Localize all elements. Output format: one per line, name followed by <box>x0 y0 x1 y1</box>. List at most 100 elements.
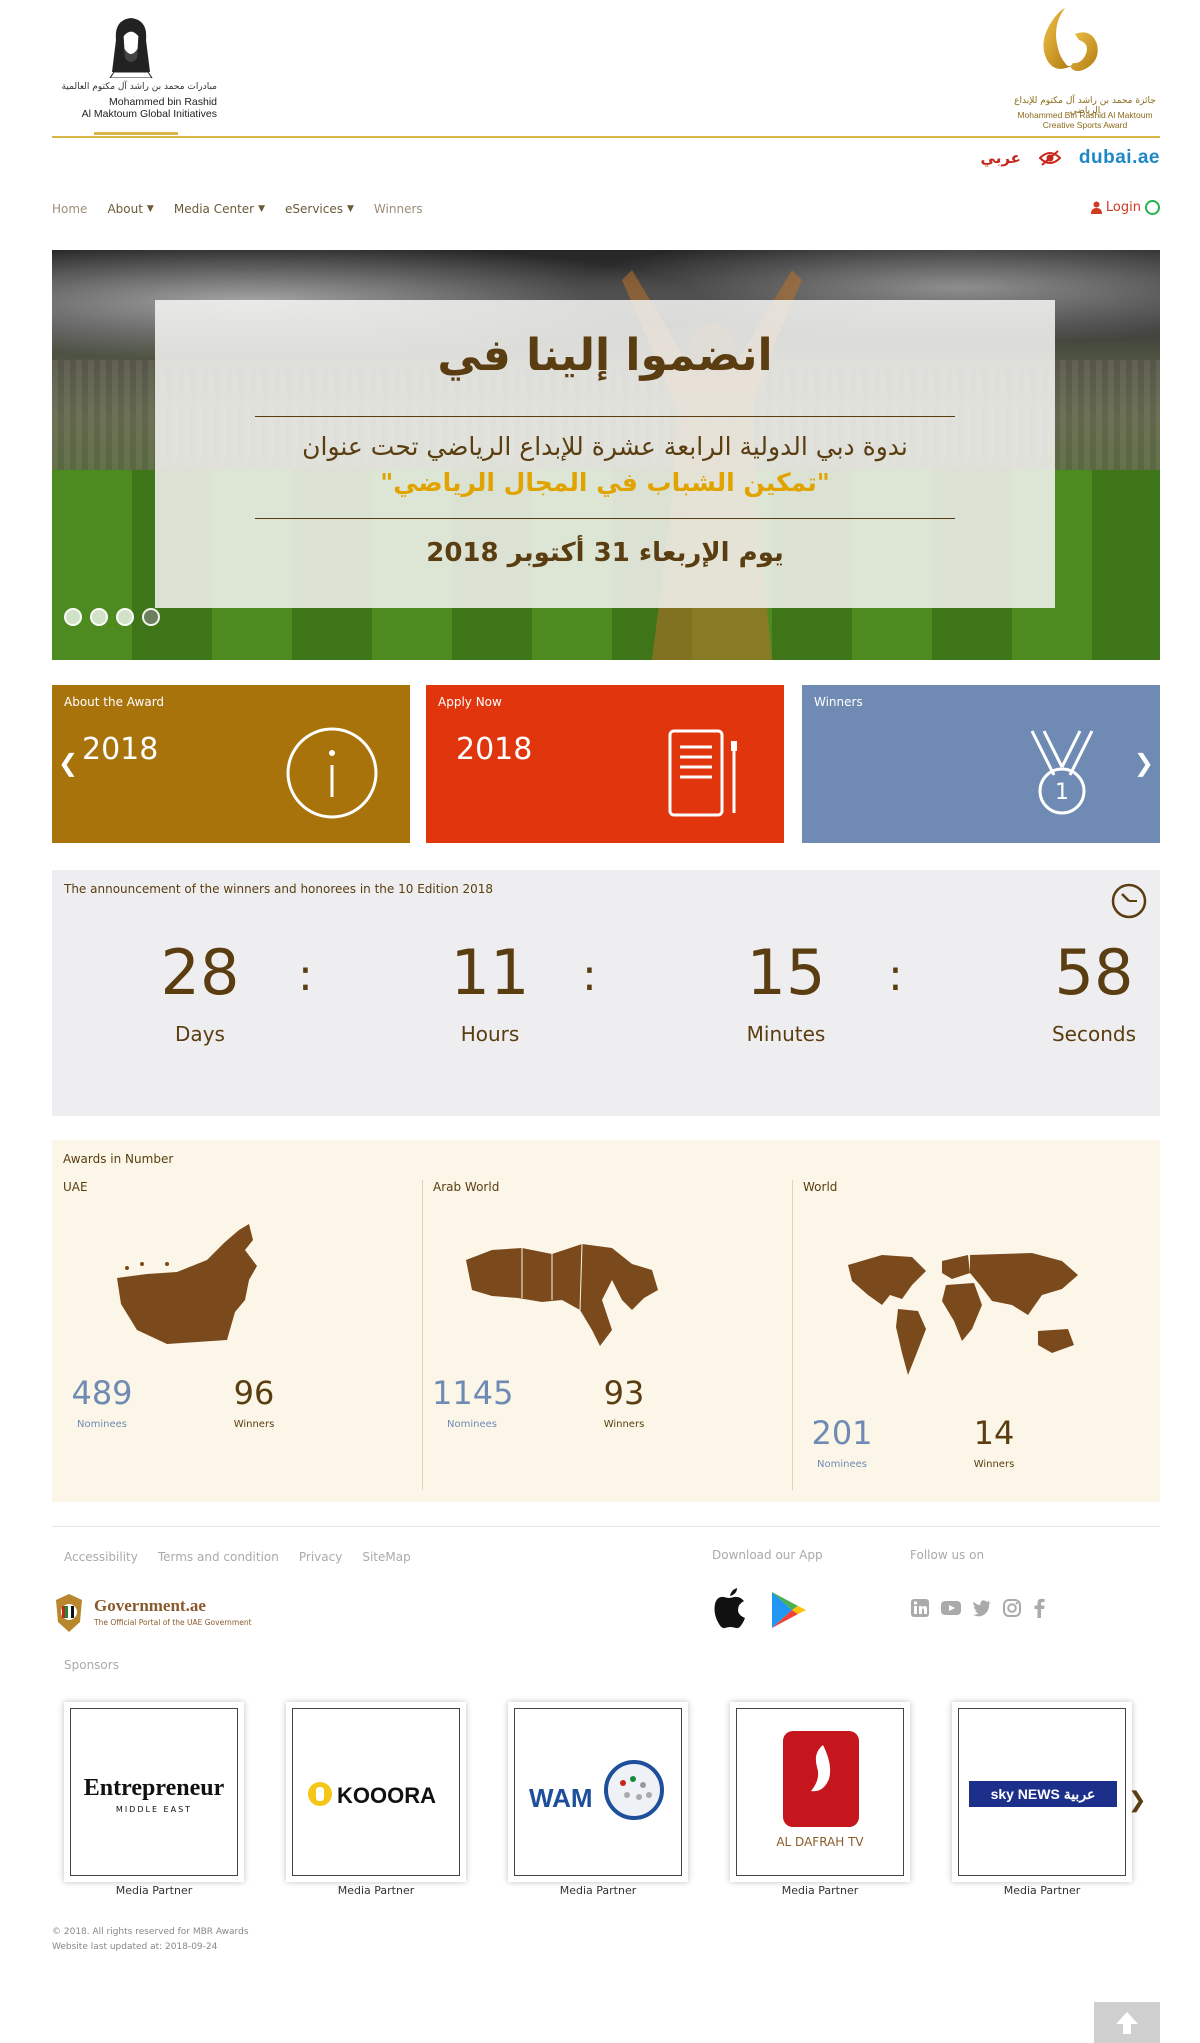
uae-map-icon <box>117 1224 257 1344</box>
copyright-text: © 2018. All rights reserved for MBR Awar… <box>52 1927 249 1937</box>
nav-winners[interactable]: Winners <box>374 202 423 216</box>
sponsor-caption: Media Partner <box>337 1884 415 1897</box>
hero-divider <box>255 416 955 417</box>
minutes-label: Minutes <box>746 1022 826 1046</box>
sponsor-logo-frame: Entrepreneur MIDDLE EAST <box>70 1708 238 1876</box>
apply-now-tile[interactable]: Apply Now 2018 <box>426 685 784 843</box>
left-logo-english: Mohammed bin Rashid Al Maktoum Global In… <box>52 96 217 120</box>
main-navigation: Home About ▼ Media Center ▼ eServices ▼ Win… <box>52 196 1160 222</box>
nav-eservices[interactable]: eServices ▼ <box>285 202 354 216</box>
uae-nominees: 489 Nominees <box>62 1375 142 1430</box>
whatsapp-icon[interactable] <box>1145 200 1160 215</box>
winners-label: Winners <box>973 1459 1015 1470</box>
slider-pagination <box>64 608 160 626</box>
winners-label: Winners <box>603 1419 645 1430</box>
footer-link-sitemap[interactable]: SiteMap <box>362 1550 410 1564</box>
region-name: Arab World <box>433 1180 500 1194</box>
nav-winners-label: Winners <box>373 202 423 216</box>
arab-world-winners: 93 Winners <box>584 1375 664 1430</box>
chevron-down-icon: ▼ <box>146 204 154 214</box>
site-header: مبادرات محمد بن راشد آل مكتوم العالمية M… <box>52 0 1160 138</box>
gov-subtitle: The Official Portal of the UAE Governmen… <box>94 1618 252 1627</box>
sponsor-caption: Media Partner <box>559 1884 637 1897</box>
creative-sports-award-logo[interactable]: جائزة محمد بن راشد آل مكتوم للإبداع الري… <box>1010 4 1160 134</box>
footer-link-accessibility[interactable]: Accessibility <box>64 1550 138 1564</box>
google-play-icon[interactable] <box>768 1590 808 1630</box>
facebook-icon[interactable] <box>1032 1598 1046 1618</box>
right-logo-english-line2: Creative Sports Award <box>1042 120 1128 130</box>
left-logo-english-line2: Al Maktoum Global Initiatives <box>81 108 217 120</box>
youtube-icon[interactable] <box>940 1598 962 1618</box>
al-dafrah-emblem-icon <box>783 1731 859 1827</box>
sponsor-logo-frame: KOOORA <box>292 1708 460 1876</box>
social-links <box>910 1598 1046 1618</box>
left-logo-arabic: مبادرات محمد بن راشد آل مكتوم العالمية <box>61 82 217 92</box>
logo-underline <box>94 132 178 135</box>
sponsor-card[interactable]: sky NEWS عربية <box>952 1702 1132 1882</box>
back-to-top-button[interactable] <box>1094 2002 1160 2043</box>
hero-slider[interactable]: انضموا إلينا في ندوة دبي الدولية الرابعة… <box>52 250 1160 660</box>
twitter-icon[interactable] <box>972 1598 992 1618</box>
countdown-panel: The announcement of the winners and hono… <box>52 870 1160 1116</box>
countdown-minutes: 15 Minutes <box>686 938 886 1047</box>
countdown-title: The announcement of the winners and hono… <box>64 882 494 896</box>
stopwatch-icon <box>1111 883 1147 919</box>
gov-title: Government.ae <box>94 1596 206 1615</box>
mbr-global-initiatives-logo[interactable]: مبادرات محمد بن راشد آل مكتوم العالمية M… <box>52 12 252 135</box>
arab-world-nominees: 1145 Nominees <box>432 1375 513 1430</box>
about-award-tile[interactable]: About the Award ❮ 2018 <box>52 685 410 843</box>
countdown-separator: : <box>888 950 903 1001</box>
arrow-up-icon <box>1116 2012 1138 2034</box>
nav-home[interactable]: Home <box>52 202 87 216</box>
countdown-seconds: 58 Seconds <box>994 938 1194 1047</box>
countdown-separator: : <box>298 950 313 1001</box>
login-link[interactable]: Login <box>1090 200 1160 215</box>
seconds-label: Seconds <box>1051 1022 1137 1046</box>
hero-headline: انضموا إلينا في <box>437 330 773 381</box>
last-updated-text: Website last updated at: 2018-09-24 <box>52 1942 218 1952</box>
hero-divider <box>255 518 955 519</box>
sponsor-logo-frame: WAM <box>514 1708 682 1876</box>
dubai-ae-logo[interactable]: dubai.ae <box>1079 147 1160 169</box>
accessibility-eye-icon[interactable] <box>1038 150 1061 166</box>
nav-about[interactable]: About ▼ <box>107 202 153 216</box>
slider-dot-active[interactable] <box>142 608 160 626</box>
hero-theme: "تمكين الشباب في المجال الرياضي" <box>380 468 830 497</box>
linkedin-icon[interactable] <box>910 1598 930 1618</box>
region-uae: UAE 489 Nominees 96 Winners <box>52 1180 422 1490</box>
slider-dot[interactable] <box>116 608 134 626</box>
chevron-right-icon[interactable]: ❯ <box>1128 1788 1146 1813</box>
world-map-icon <box>848 1253 1078 1375</box>
chevron-left-icon[interactable]: ❮ <box>58 749 78 777</box>
sponsor-card[interactable]: AL DAFRAH TV <box>730 1702 910 1882</box>
sponsor-card[interactable]: WAM <box>508 1702 688 1882</box>
slider-dot[interactable] <box>64 608 82 626</box>
winners-tile[interactable]: Winners 1 ❯ <box>802 685 1160 843</box>
nominees-count: 201 <box>811 1414 873 1452</box>
apple-app-store-icon[interactable] <box>712 1588 748 1630</box>
left-logo-english-line1: Mohammed bin Rashid <box>109 96 217 108</box>
awards-in-number: Awards in Number UAE 489 Nominees 96 Win… <box>52 1140 1160 1502</box>
slider-dot[interactable] <box>90 608 108 626</box>
kooora-logo: KOOORA <box>337 1783 436 1808</box>
sponsor-card[interactable]: Entrepreneur MIDDLE EAST <box>64 1702 244 1882</box>
wam-logo: WAM <box>529 1783 593 1813</box>
nav-media-center[interactable]: Media Center ▼ <box>174 202 265 216</box>
right-logo-english: Mohammed Bin Rashid Al Maktoum Creative … <box>1010 110 1160 130</box>
hero-date: يوم الإربعاء 31 أكتوبر 2018 <box>426 538 784 568</box>
footer-link-privacy[interactable]: Privacy <box>299 1550 342 1564</box>
download-app-title: Download our App <box>712 1548 823 1562</box>
sky-news-arabia-logo: sky NEWS عربية <box>969 1781 1117 1807</box>
government-ae-logo[interactable]: Government.ae The Official Portal of the… <box>52 1592 252 1636</box>
sponsor-logo-frame: AL DAFRAH TV <box>736 1708 904 1876</box>
instagram-icon[interactable] <box>1002 1598 1022 1618</box>
sponsor-caption: Media Partner <box>781 1884 859 1897</box>
copyright: © 2018. All rights reserved for MBR Awar… <box>52 1925 249 1955</box>
chevron-right-icon[interactable]: ❯ <box>1134 749 1154 777</box>
tile-title: About the Award <box>64 695 165 709</box>
nominees-label: Nominees <box>77 1419 127 1430</box>
region-name: World <box>803 1180 838 1194</box>
sponsor-card[interactable]: KOOORA <box>286 1702 466 1882</box>
arabic-language-link[interactable]: عربي <box>981 149 1021 167</box>
footer-link-terms[interactable]: Terms and condition <box>158 1550 279 1564</box>
